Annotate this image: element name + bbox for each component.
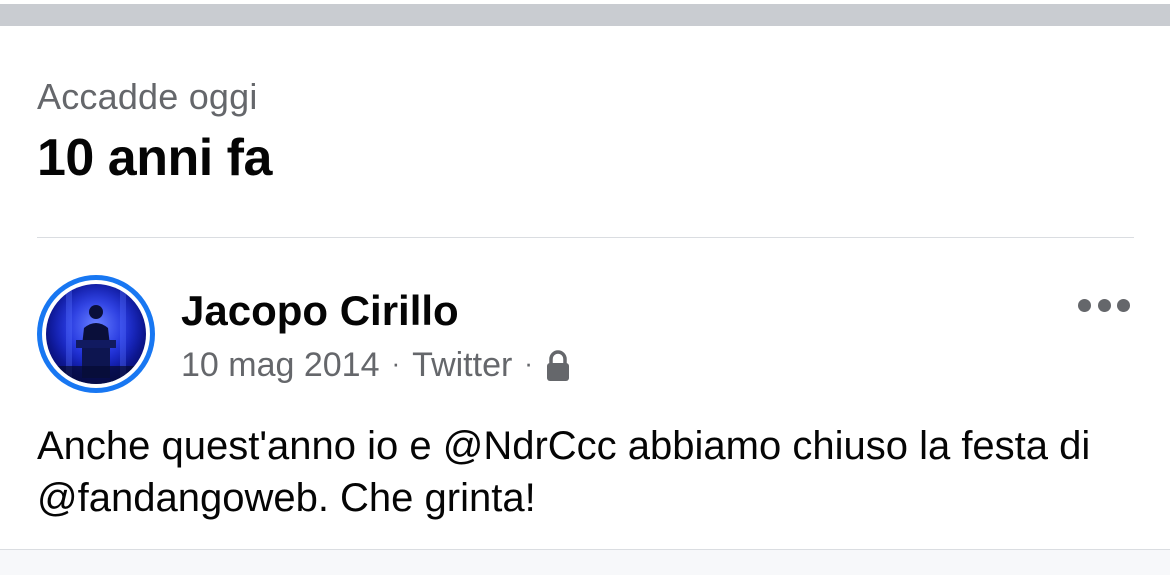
meta-separator: ·	[524, 348, 533, 378]
bottom-strip	[0, 549, 1170, 575]
more-options-icon[interactable]	[1078, 294, 1130, 316]
avatar[interactable]	[37, 275, 155, 393]
author-name[interactable]: Jacopo Cirillo	[181, 287, 459, 335]
avatar-photo	[46, 284, 146, 384]
post-text: Anche quest'anno io e @NdrCcc abbiamo ch…	[37, 424, 1091, 520]
meta-separator: ·	[391, 348, 401, 378]
post-source: Twitter	[412, 346, 513, 384]
memory-title: 10 anni fa	[37, 129, 272, 187]
divider	[37, 237, 1134, 238]
memory-card: Accadde oggi 10 anni fa Jacopo Cirillo 1…	[0, 0, 1170, 575]
memory-subtitle: Accadde oggi	[37, 76, 258, 117]
post-meta: 10 mag 2014 · Twitter ·	[181, 346, 571, 385]
lock-icon[interactable]	[545, 349, 571, 384]
post-date[interactable]: 10 mag 2014	[181, 346, 380, 385]
top-separator-bar	[0, 0, 1170, 26]
